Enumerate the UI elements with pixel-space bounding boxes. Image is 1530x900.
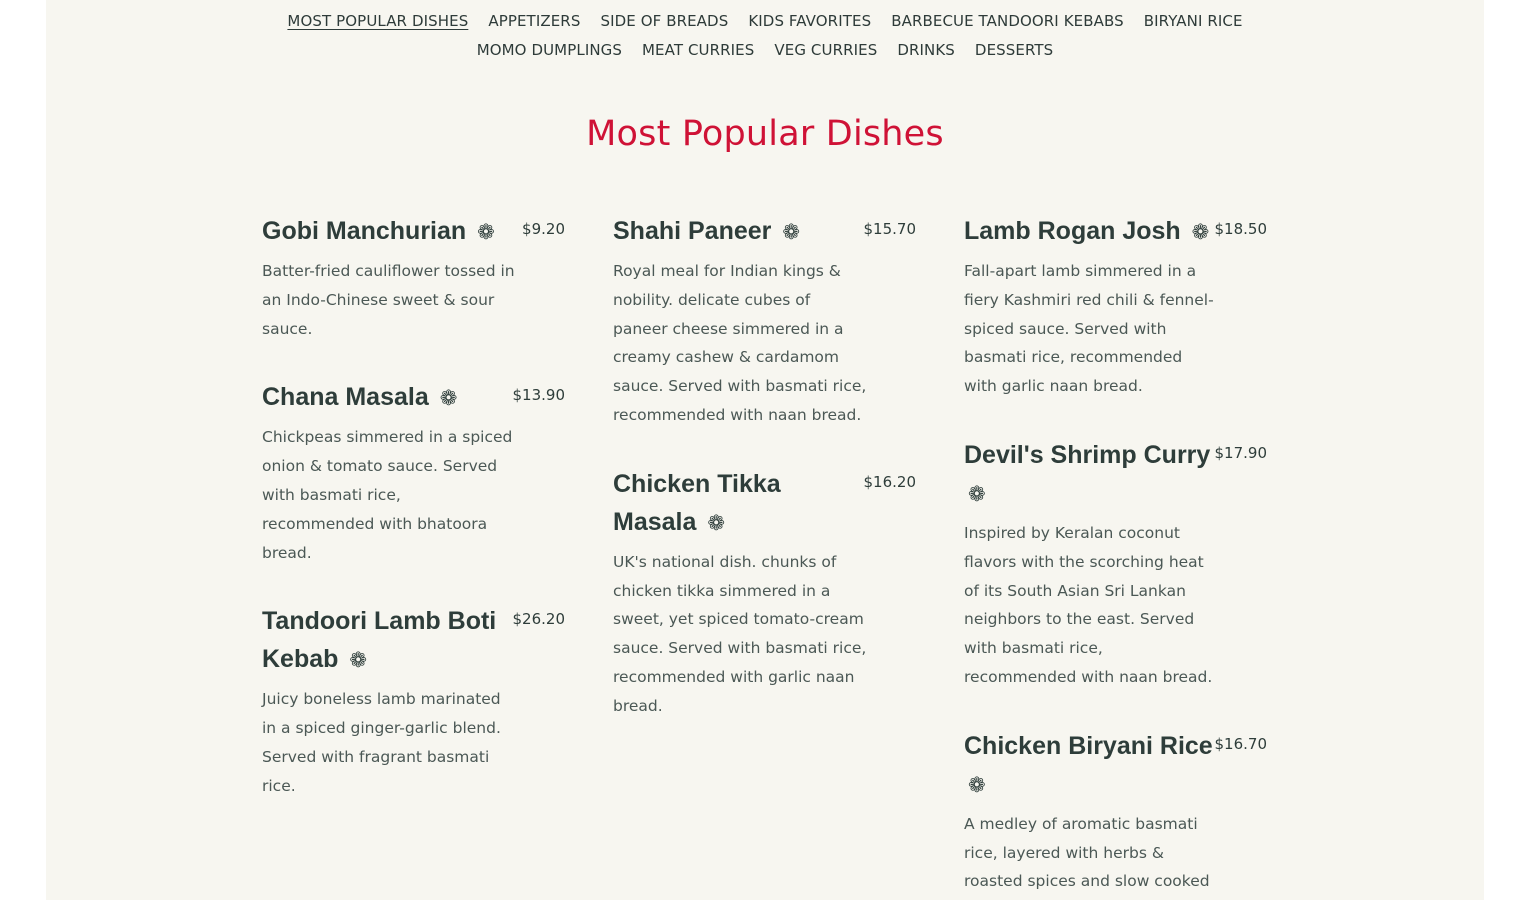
- menu-item-title: Chana Masala ❁: [262, 378, 512, 417]
- menu-item-description: Batter-fried cauliflower tossed in an In…: [262, 262, 515, 338]
- menu-item-description: Juicy boneless lamb marinated in a spice…: [262, 690, 501, 795]
- menu-item-description: UK's national dish. chunks of chicken ti…: [613, 552, 867, 715]
- menu-item-price: $18.50: [1214, 220, 1268, 238]
- menu-item-price: $9.20: [522, 220, 565, 238]
- nav-most-popular-dishes[interactable]: MOST POPULAR DISHES: [287, 8, 468, 37]
- menu-item-header: Tandoori Lamb Boti Kebab ❁ $26.20: [262, 602, 565, 679]
- category-nav-row-2: MOMO DUMPLINGS MEAT CURRIES VEG CURRIES …: [46, 37, 1484, 66]
- menu-item-title: Tandoori Lamb Boti Kebab ❁: [262, 602, 512, 679]
- menu-item-name: Chicken Tikka Masala: [613, 469, 781, 536]
- menu-item-title: Shahi Paneer ❁: [613, 212, 863, 251]
- menu-item: Devil's Shrimp Curry ❁ $17.90 Inspired b…: [964, 436, 1267, 692]
- menu-page: MOST POPULAR DISHES APPETIZERS SIDE OF B…: [46, 0, 1484, 900]
- nav-veg-curries[interactable]: VEG CURRIES: [774, 37, 877, 66]
- menu-item-header: Devil's Shrimp Curry ❁ $17.90: [964, 436, 1267, 513]
- menu-item: Lamb Rogan Josh ❁ $18.50 Fall-apart lamb…: [964, 212, 1267, 401]
- menu-item: Gobi Manchurian ❁ $9.20 Batter-fried cau…: [262, 212, 565, 343]
- menu-item-price: $16.20: [863, 472, 917, 491]
- flower-icon: ❁: [968, 772, 986, 797]
- menu-item-description: A medley of aromatic basmati rice, layer…: [964, 814, 1210, 891]
- menu-column-3: Lamb Rogan Josh ❁ $18.50 Fall-apart lamb…: [964, 212, 1267, 900]
- menu-item-price: $16.70: [1214, 734, 1268, 753]
- menu-item-name: Chana Masala: [262, 383, 429, 412]
- menu-item-name: Gobi Manchurian: [262, 217, 467, 245]
- menu-columns: Gobi Manchurian ❁ $9.20 Batter-fried cau…: [262, 212, 1268, 900]
- menu-item-title: Chicken Biryani Rice ❁: [964, 727, 1214, 804]
- menu-item-header: Chicken Tikka Masala ❁ $16.20: [613, 465, 916, 542]
- menu-column-2: Shahi Paneer ❁ $15.70 Royal meal for Ind…: [613, 212, 916, 900]
- flower-icon: ❁: [782, 220, 800, 244]
- menu-column-1: Gobi Manchurian ❁ $9.20 Batter-fried cau…: [262, 212, 565, 900]
- flower-icon: ❁: [1191, 220, 1210, 244]
- nav-drinks[interactable]: DRINKS: [897, 37, 955, 66]
- category-nav: MOST POPULAR DISHES APPETIZERS SIDE OF B…: [46, 8, 1484, 66]
- menu-item-title: Lamb Rogan Josh ❁: [964, 212, 1214, 251]
- flower-icon: ❁: [439, 386, 458, 411]
- menu-item-price: $13.90: [512, 386, 566, 405]
- menu-item: Tandoori Lamb Boti Kebab ❁ $26.20 Juicy …: [262, 602, 565, 800]
- flower-icon: ❁: [477, 220, 495, 244]
- menu-item-price: $26.20: [512, 610, 566, 629]
- menu-item-header: Chicken Biryani Rice ❁ $16.70: [964, 727, 1267, 804]
- menu-item-title: Chicken Tikka Masala ❁: [613, 465, 863, 542]
- menu-item-description: Royal meal for Indian kings & nobility. …: [613, 262, 867, 424]
- menu-item-title: Gobi Manchurian ❁: [262, 212, 512, 251]
- menu-item: Shahi Paneer ❁ $15.70 Royal meal for Ind…: [613, 212, 916, 430]
- menu-item-description: Fall-apart lamb simmered in a fiery Kash…: [964, 262, 1214, 396]
- menu-item-description: Inspired by Keralan coconut flavors with…: [964, 523, 1213, 686]
- menu-item-price: $15.70: [863, 220, 917, 238]
- menu-item-price: $17.90: [1214, 443, 1268, 462]
- nav-momo-dumplings[interactable]: MOMO DUMPLINGS: [477, 37, 622, 66]
- flower-icon: ❁: [968, 481, 986, 506]
- menu-item: Chicken Tikka Masala ❁ $16.20 UK's natio…: [613, 465, 916, 721]
- menu-item-header: Gobi Manchurian ❁ $9.20: [262, 212, 565, 251]
- nav-biryani-rice[interactable]: BIRYANI RICE: [1144, 8, 1243, 37]
- flower-icon: ❁: [707, 510, 725, 535]
- nav-barbecue-tandoori-kebabs[interactable]: BARBECUE TANDOORI KEBABS: [891, 8, 1124, 37]
- menu-item: Chana Masala ❁ $13.90 Chickpeas simmered…: [262, 378, 565, 567]
- flower-icon: ❁: [349, 648, 367, 673]
- nav-kids-favorites[interactable]: KIDS FAVORITES: [748, 8, 871, 37]
- menu-item-description: Chickpeas simmered in a spiced onion & t…: [262, 428, 513, 562]
- nav-meat-curries[interactable]: MEAT CURRIES: [642, 37, 754, 66]
- nav-desserts[interactable]: DESSERTS: [975, 37, 1053, 66]
- nav-appetizers[interactable]: APPETIZERS: [488, 8, 580, 37]
- menu-item-header: Chana Masala ❁ $13.90: [262, 378, 565, 417]
- menu-item-title: Devil's Shrimp Curry ❁: [964, 436, 1214, 513]
- nav-side-of-breads[interactable]: SIDE OF BREADS: [600, 8, 728, 37]
- menu-item-header: Lamb Rogan Josh ❁ $18.50: [964, 212, 1267, 251]
- category-nav-row-1: MOST POPULAR DISHES APPETIZERS SIDE OF B…: [46, 8, 1484, 37]
- menu-item-name: Chicken Biryani Rice: [964, 731, 1213, 760]
- menu-item-name: Lamb Rogan Josh: [964, 217, 1181, 245]
- section-title: Most Popular Dishes: [586, 114, 944, 154]
- menu-item-name: Devil's Shrimp Curry: [964, 440, 1211, 469]
- menu-item: Chicken Biryani Rice ❁ $16.70 A medley o…: [964, 727, 1267, 896]
- menu-item-name: Tandoori Lamb Boti Kebab: [262, 607, 497, 674]
- menu-item-name: Shahi Paneer: [613, 217, 772, 245]
- menu-item-header: Shahi Paneer ❁ $15.70: [613, 212, 916, 251]
